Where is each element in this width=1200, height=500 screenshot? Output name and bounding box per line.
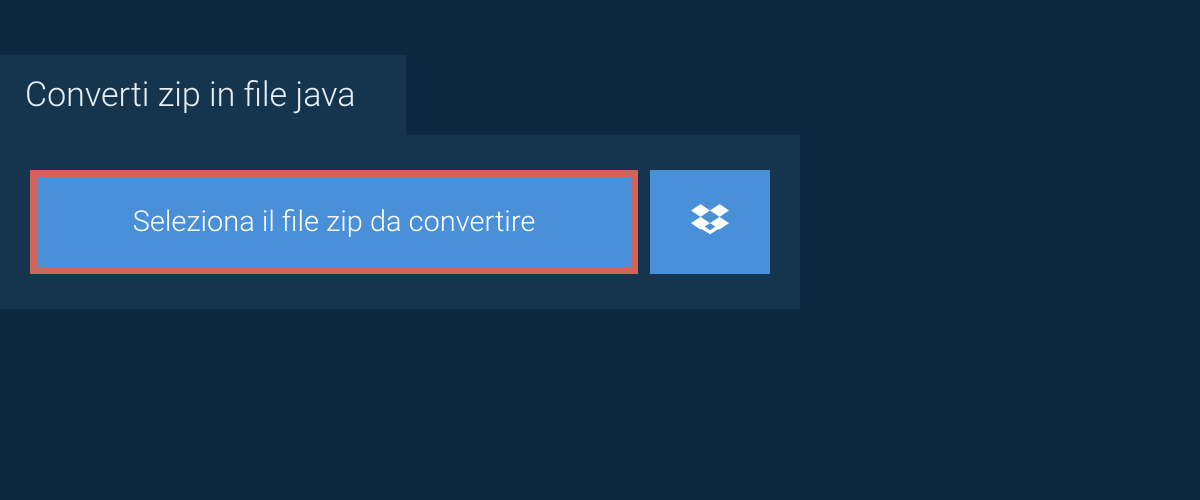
dropbox-icon bbox=[691, 201, 729, 243]
content-panel: Seleziona il file zip da convertire bbox=[0, 135, 800, 309]
button-row: Seleziona il file zip da convertire bbox=[30, 170, 770, 274]
select-file-button[interactable]: Seleziona il file zip da convertire bbox=[30, 170, 638, 274]
tab-header: Converti zip in file java bbox=[0, 55, 406, 135]
select-file-label: Seleziona il file zip da convertire bbox=[133, 205, 536, 239]
tab-title: Converti zip in file java bbox=[25, 75, 356, 115]
dropbox-button[interactable] bbox=[650, 170, 770, 274]
